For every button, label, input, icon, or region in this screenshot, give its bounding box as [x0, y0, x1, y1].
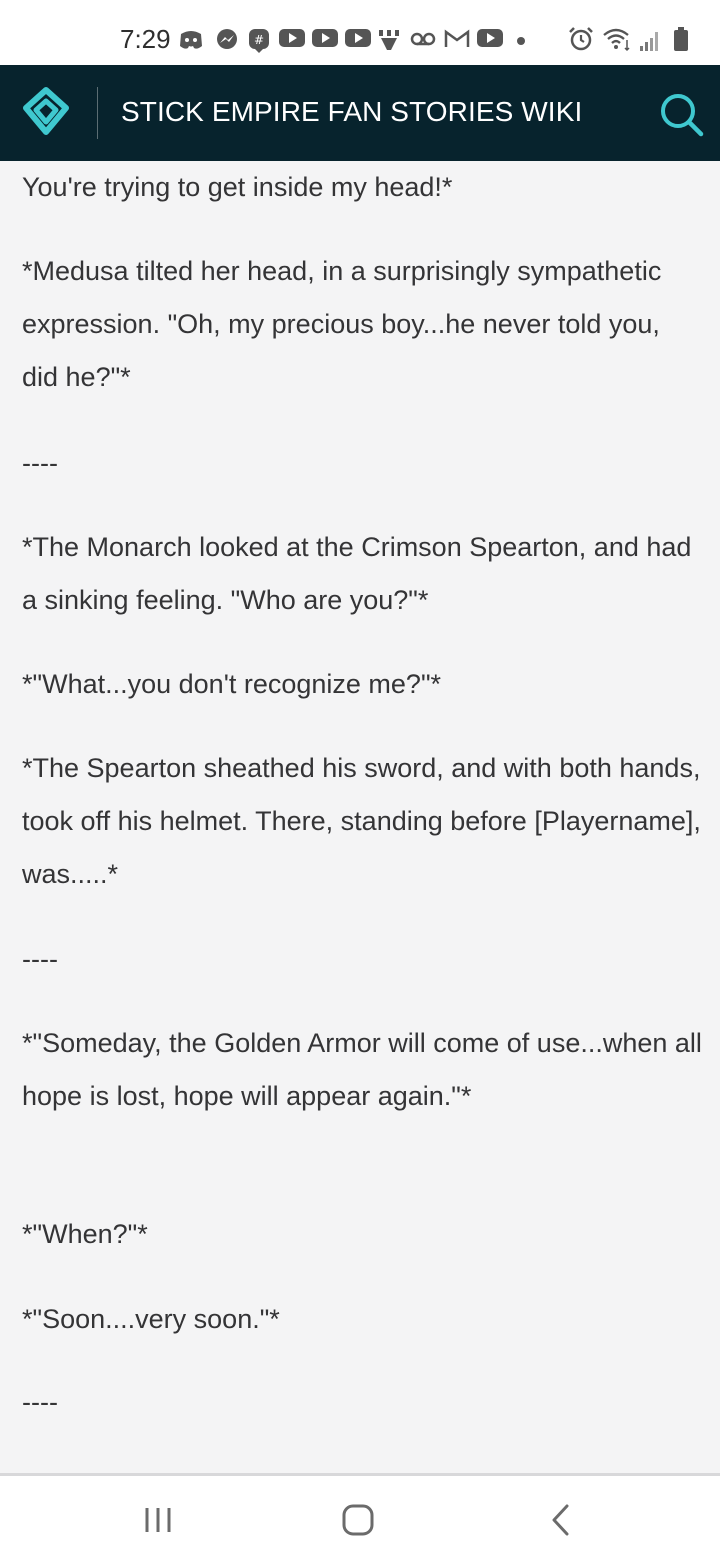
recents-icon[interactable]	[134, 1496, 182, 1544]
status-time: 7:29	[120, 24, 171, 54]
back-icon[interactable]	[537, 1496, 585, 1544]
paragraph: *"Soon....very soon."*	[22, 1304, 280, 1334]
fandom-logo-icon[interactable]	[20, 86, 72, 138]
paragraph: *The Monarch looked at the Crimson Spear…	[22, 532, 692, 615]
paragraph: *"What...you don't recognize me?"*	[22, 669, 442, 699]
discord-icon	[180, 31, 202, 49]
home-icon[interactable]	[334, 1496, 382, 1544]
youtube-icon	[312, 29, 338, 47]
messenger-icon	[217, 29, 237, 49]
separator-text: ----	[22, 1387, 58, 1417]
search-icon[interactable]	[657, 90, 705, 138]
svg-text:#: #	[254, 33, 264, 47]
app-icon	[379, 30, 399, 50]
header-divider	[97, 87, 98, 139]
groupme-icon: #	[249, 29, 269, 53]
article-content: You're trying to get inside my head!* *M…	[0, 161, 720, 1474]
youtube-icon	[279, 29, 305, 47]
status-bar: 7:29 #	[0, 0, 720, 65]
separator-text: ----	[22, 944, 58, 974]
paragraph: *Medusa tilted her head, in a surprising…	[22, 256, 662, 392]
alarm-icon	[569, 27, 593, 51]
paragraph: *"Someday, the Golden Armor will come of…	[22, 1028, 702, 1111]
battery-icon	[674, 27, 688, 51]
gmail-icon	[444, 29, 470, 47]
paragraph: *"When?"*	[22, 1219, 148, 1249]
dot-icon	[517, 37, 525, 45]
navigation-bar	[0, 1476, 720, 1560]
wifi-icon	[603, 28, 630, 52]
youtube-icon	[477, 29, 503, 47]
separator-text: ----	[22, 448, 58, 478]
youtube-icon	[345, 29, 371, 47]
site-title[interactable]: STICK EMPIRE FAN STORIES WIKI	[121, 96, 582, 128]
app-header: STICK EMPIRE FAN STORIES WIKI	[0, 65, 720, 161]
paragraph: You're trying to get inside my head!*	[22, 172, 453, 202]
signal-icon	[640, 32, 658, 51]
paragraph: *The Spearton sheathed his sword, and wi…	[22, 753, 701, 889]
voicemail-icon	[410, 32, 436, 46]
